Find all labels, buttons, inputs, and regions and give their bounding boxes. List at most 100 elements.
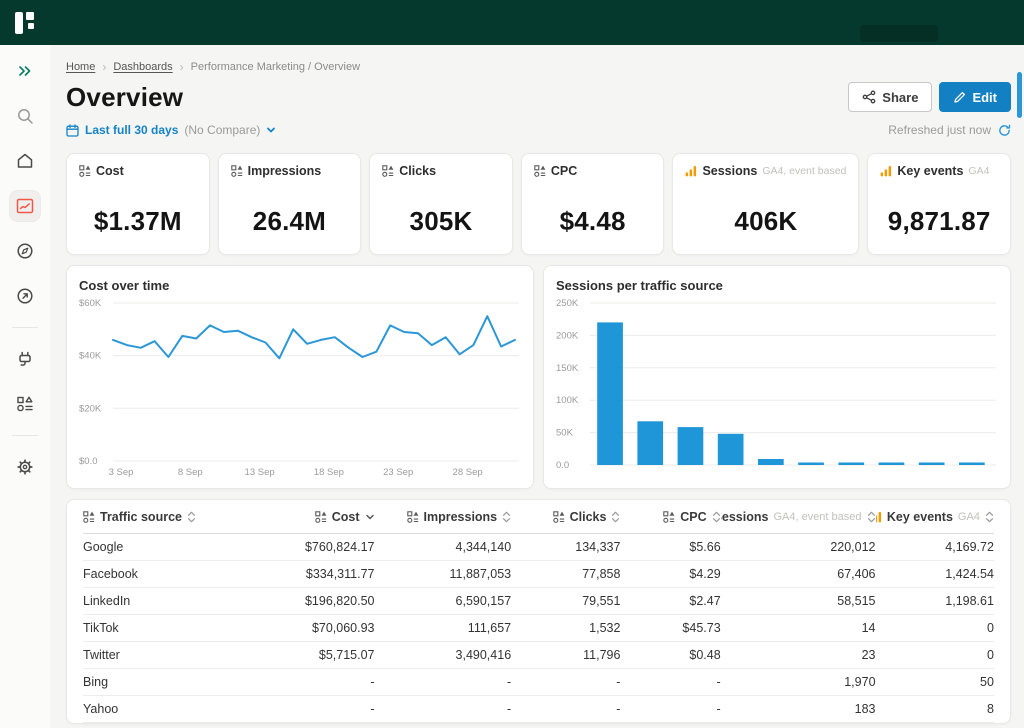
line-chart-plot: $0.0 $20K $40K $60K 3 Sep 8 Sep 13 Sep 18 Sep 23…	[79, 298, 519, 478]
table-row-facebook[interactable]: Facebook $334,311.77 11,887,053 77,858 $4.29…	[83, 561, 994, 588]
cell-impressions: -	[506, 675, 512, 689]
kpi-label: Key events	[897, 164, 964, 178]
pencil-icon	[953, 91, 966, 104]
breadcrumb-separator: ›	[179, 60, 184, 74]
sessions-per-traffic-source-chart[interactable]: Sessions per traffic source 0.0 50K 100K 15…	[543, 265, 1011, 489]
kpi-card-cpc[interactable]: CPC $4.48	[520, 153, 665, 255]
ga-icon	[875, 511, 882, 523]
cell-cpc: $4.29	[689, 567, 721, 581]
cell-cpc: $45.73	[682, 621, 721, 635]
bar-chart-plot: 0.0 50K 100K 150K 200K 250K	[556, 298, 996, 471]
kpi-label: Clicks	[399, 164, 437, 178]
kpi-card-header: Key events GA4	[880, 164, 998, 178]
cell-clicks: -	[616, 675, 621, 689]
column-label: Clicks	[569, 509, 607, 524]
table-row-twitter[interactable]: Twitter $5,715.07 3,490,416 11,796 $0.48 23 0	[83, 642, 994, 669]
cell-sessions: 183	[854, 702, 876, 716]
ga-icon	[880, 165, 892, 177]
breadcrumb-home-link[interactable]: Home	[66, 61, 95, 73]
column-label: Key events	[886, 509, 953, 524]
brand-logo[interactable]	[12, 10, 38, 36]
kpi-card-header: Sessions GA4, event based	[685, 164, 846, 178]
traffic-source-table: Traffic source Cost Impressions Clicks CPC Se…	[66, 499, 1011, 724]
sidebar-item-compass[interactable]	[9, 235, 41, 267]
traffic-source-cell: Bing	[83, 675, 109, 689]
sidebar-item-double-chevron-right[interactable]	[9, 55, 41, 87]
sort-icon	[985, 511, 994, 523]
cell-clicks: 77,858	[582, 567, 621, 581]
cell-sessions: 67,406	[837, 567, 876, 581]
cell-cpc: -	[716, 702, 721, 716]
column-label: CPC	[680, 509, 707, 524]
cell-clicks: -	[616, 702, 621, 716]
compare-label: (No Compare)	[184, 123, 261, 137]
edit-button[interactable]: Edit	[939, 82, 1011, 112]
chart-title: Sessions per traffic source	[556, 278, 723, 293]
vertical-scrollbar-thumb[interactable]	[1017, 72, 1022, 118]
sidebar-item-home[interactable]	[9, 145, 41, 177]
sidebar-item-chart-trend[interactable]	[9, 190, 41, 222]
traffic-source-cell: Facebook	[83, 567, 138, 581]
breadcrumb-dashboards-link[interactable]: Dashboards	[113, 61, 172, 73]
date-range-filter[interactable]: Last full 30 days (No Compare)	[66, 123, 276, 137]
kpi-card-header: Clicks	[382, 164, 500, 178]
table-row-bing[interactable]: Bing - - - - 1,970 50	[83, 669, 994, 696]
sort-icon	[712, 511, 721, 523]
kpi-card-sessions[interactable]: Sessions GA4, event based 406K	[672, 153, 860, 255]
traffic-source-cell: Twitter	[83, 648, 120, 662]
kpi-value: 26.4M	[252, 206, 327, 236]
home-icon	[15, 151, 35, 171]
sidebar-item-plug[interactable]	[9, 343, 41, 375]
sort-icon	[187, 511, 196, 523]
refreshed-status: Refreshed just now	[888, 123, 991, 137]
svg-text:150K: 150K	[556, 363, 579, 374]
sidebar-item-search[interactable]	[9, 100, 41, 132]
cell-key-events: 4,169.72	[945, 540, 994, 554]
chart-trend-icon	[15, 196, 35, 216]
svg-text:$60K: $60K	[79, 298, 102, 309]
share-button[interactable]: Share	[848, 82, 933, 112]
cell-key-events: 0	[986, 621, 994, 635]
sidebar-item-arrow-up-right-circle[interactable]	[9, 280, 41, 312]
svg-text:0.0: 0.0	[556, 460, 569, 471]
cell-sessions: 58,515	[837, 594, 876, 608]
column-header-sessions[interactable]: Sessions GA4, event based	[721, 510, 876, 524]
column-header-traffic-source[interactable]: Traffic source	[83, 510, 247, 524]
traffic-source-cell: Google	[83, 540, 124, 554]
cell-key-events: 50	[980, 675, 994, 689]
cell-impressions: 6,590,157	[455, 594, 512, 608]
cost-over-time-chart[interactable]: Cost over time $0.0 $20K $40K $60K 3 Sep 8 Se…	[66, 265, 534, 489]
table-row-yahoo[interactable]: Yahoo - - - - 183 8	[83, 696, 994, 723]
topbar	[0, 0, 1024, 45]
cell-clicks: 1,532	[589, 621, 621, 635]
kpi-card-impressions[interactable]: Impressions 26.4M	[217, 153, 362, 255]
cell-sessions: 14	[861, 621, 876, 635]
column-label: Cost	[331, 509, 360, 524]
column-header-cost[interactable]: Cost	[247, 510, 375, 524]
kpi-card-cost[interactable]: Cost $1.37M	[66, 153, 210, 255]
svg-text:8 Sep: 8 Sep	[178, 467, 203, 478]
refresh-icon[interactable]	[998, 124, 1011, 137]
column-header-clicks[interactable]: Clicks	[511, 510, 620, 524]
table-row-google[interactable]: Google $760,824.17 4,344,140 134,337 $5.66 22…	[83, 534, 994, 561]
sort-icon	[611, 511, 620, 523]
column-label: Sessions	[721, 509, 769, 524]
column-header-impressions[interactable]: Impressions	[375, 510, 512, 524]
kpi-card-key-events[interactable]: Key events GA4 9,871.87	[867, 153, 1011, 255]
column-header-key-events[interactable]: Key events GA4	[875, 509, 994, 524]
sidebar-item-gear[interactable]	[9, 451, 41, 483]
kpi-card-clicks[interactable]: Clicks 305K	[369, 153, 513, 255]
metric-icon	[552, 510, 565, 523]
sidebar-item-shapes-list[interactable]	[9, 388, 41, 420]
svg-text:100K: 100K	[556, 395, 579, 406]
kpi-card-header: Cost	[79, 164, 197, 178]
compass-icon	[15, 241, 35, 261]
traffic-source-cell: LinkedIn	[83, 594, 131, 608]
column-header-cpc[interactable]: CPC	[620, 510, 720, 524]
table-row-tiktok[interactable]: TikTok $70,060.93 111,657 1,532 $45.73 14 0	[83, 615, 994, 642]
svg-text:3 Sep: 3 Sep	[109, 467, 134, 478]
arrow-up-right-circle-icon	[15, 286, 35, 306]
cell-key-events: 8	[986, 702, 994, 716]
table-row-linkedin[interactable]: LinkedIn $196,820.50 6,590,157 79,551 $2.47 5…	[83, 588, 994, 615]
cell-impressions: 11,887,053	[449, 567, 512, 581]
